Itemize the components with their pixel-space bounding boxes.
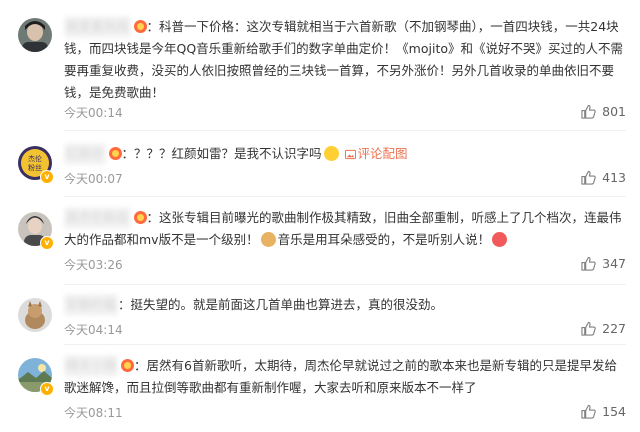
- thumbs-up-icon: [581, 404, 596, 419]
- fan-badge-icon: [133, 20, 147, 33]
- fan-badge-icon: [108, 147, 122, 160]
- comment-time: 今天00:07: [64, 172, 123, 186]
- avatar[interactable]: [18, 18, 52, 52]
- verified-badge-icon: v: [40, 236, 54, 250]
- comment-item: v 晴天小雨 ：居然有6首新歌听，太期待，周杰伦早就说过之前的歌本来也是新专辑的只…: [0, 344, 640, 432]
- comment-item: 我爱看热闹 ：科普一下价格：这次专辑就相当于六首新歌（不加钢琴曲），一首四块钱，一…: [0, 0, 640, 122]
- like-button[interactable]: 154: [581, 404, 626, 419]
- thumbs-up-icon: [581, 321, 596, 336]
- comment-username[interactable]: 晴天小雨: [64, 355, 119, 377]
- comment-item: 安静的猫 ：挺失望的。就是前面这几首单曲也算进去，真的很没劲。 今天04:14 2…: [0, 284, 640, 340]
- verified-badge-icon: v: [40, 382, 54, 396]
- like-button[interactable]: 347: [581, 256, 626, 271]
- comment-body: ：？？？红颜如雷？是我不认识字吗: [121, 146, 322, 161]
- comment-time: 今天08:11: [64, 406, 123, 420]
- comment-list: 我爱看热闹 ：科普一下价格：这次专辑就相当于六首新歌（不加钢琴曲），一首四块钱，一…: [0, 0, 640, 432]
- like-count: 227: [602, 321, 626, 336]
- like-button[interactable]: 413: [581, 170, 626, 185]
- comment-time: 今天04:14: [64, 323, 123, 337]
- comment-username[interactable]: 周杰伦粉丝: [64, 207, 131, 229]
- comment-body: ：科普一下价格：这次专辑就相当于六首新歌（不加钢琴曲），一首四块钱，一共24块钱…: [64, 19, 623, 100]
- comment-image-link[interactable]: 评论配图: [344, 146, 408, 161]
- comment-time: 今天03:26: [64, 258, 123, 272]
- comment-body: ：居然有6首新歌听，太期待，周杰伦早就说过之前的歌本来也是新专辑的只是提早发给歌…: [64, 358, 617, 395]
- like-button[interactable]: 227: [581, 321, 626, 336]
- comment-body: ：挺失望的。就是前面这几首单曲也算进去，真的很没劲。: [118, 297, 444, 312]
- laugh-emoji-icon: [323, 146, 339, 161]
- fan-badge-icon: [133, 211, 147, 224]
- comment-text: 红颜亦 ：？？？红颜如雷？是我不认识字吗 评论配图: [64, 143, 624, 167]
- comment-item: 杰伦 粉丝 v 红颜亦 ：？？？红颜如雷？是我不认识字吗 评论配图 今天00:07…: [0, 130, 640, 190]
- verified-badge-icon: v: [40, 170, 54, 184]
- like-button[interactable]: 801: [581, 104, 626, 119]
- thumbs-up-icon: [581, 104, 596, 119]
- thumbs-up-icon: [581, 256, 596, 271]
- svg-text:杰伦: 杰伦: [28, 154, 42, 163]
- heart-eyes-emoji-icon: [492, 232, 508, 247]
- like-count: 801: [602, 104, 626, 119]
- comment-time: 今天00:14: [64, 106, 123, 120]
- comment-text: 晴天小雨 ：居然有6首新歌听，太期待，周杰伦早就说过之前的歌本来也是新专辑的只是提…: [64, 355, 624, 399]
- comment-text: 周杰伦粉丝 ：这张专辑目前曝光的歌曲制作极其精致，旧曲全部重制，听感上了几个档次，…: [64, 207, 624, 251]
- comment-body-continued: 音乐是用耳朵感受的，不是听别人说！: [277, 232, 491, 247]
- svg-text:粉丝: 粉丝: [28, 163, 42, 172]
- comment-text: 我爱看热闹 ：科普一下价格：这次专辑就相当于六首新歌（不加钢琴曲），一首四块钱，一…: [64, 16, 624, 104]
- like-count: 154: [602, 404, 626, 419]
- comment-username[interactable]: 红颜亦: [64, 143, 106, 165]
- comment-username[interactable]: 安静的猫: [64, 294, 119, 316]
- doge-emoji-icon: [260, 232, 276, 247]
- avatar[interactable]: [18, 298, 52, 332]
- fan-badge-icon: [121, 359, 135, 372]
- comment-text: 安静的猫 ：挺失望的。就是前面这几首单曲也算进去，真的很没劲。: [64, 294, 624, 316]
- like-count: 413: [602, 170, 626, 185]
- like-count: 347: [602, 256, 626, 271]
- thumbs-up-icon: [581, 170, 596, 185]
- image-icon: [344, 145, 356, 167]
- comment-item: v 周杰伦粉丝 ：这张专辑目前曝光的歌曲制作极其精致，旧曲全部重制，听感上了几个档…: [0, 196, 640, 280]
- comment-username[interactable]: 我爱看热闹: [64, 16, 131, 38]
